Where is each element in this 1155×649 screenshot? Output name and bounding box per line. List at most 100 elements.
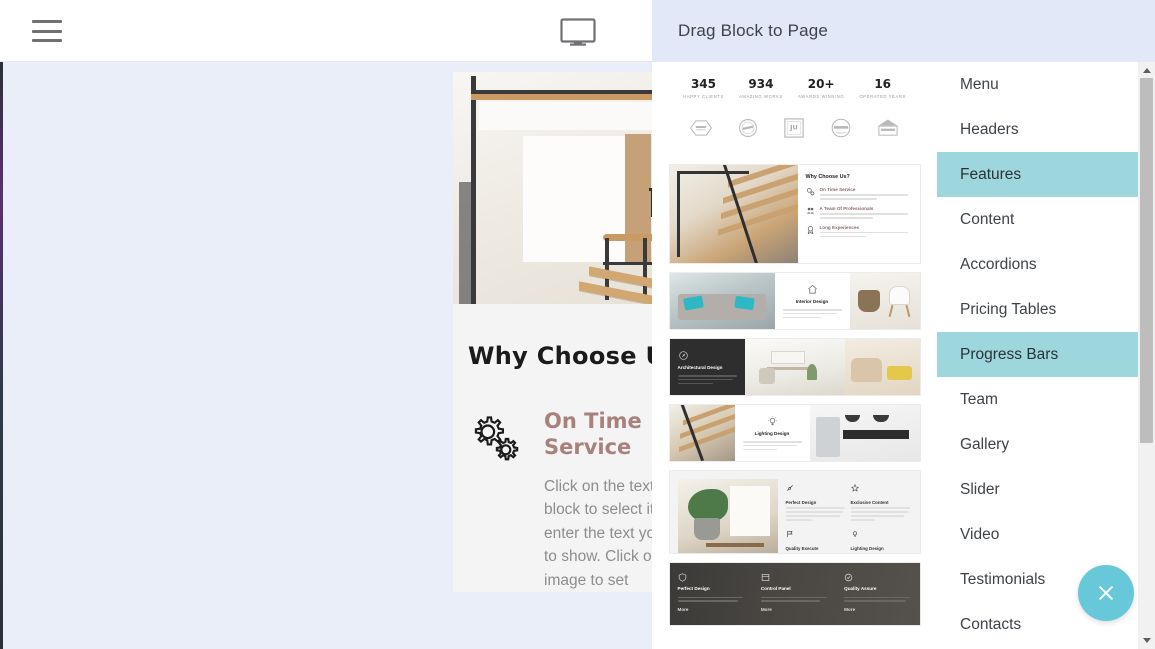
shield-icon <box>678 573 686 582</box>
hamburger-menu-icon[interactable] <box>32 20 62 42</box>
brush-icon <box>786 485 793 491</box>
category-label: Progress Bars <box>960 345 1059 363</box>
thumb-photo-sofa <box>669 273 775 329</box>
page-content: Why Choose Us? On Tim <box>453 304 655 593</box>
thumb-cell: Lighting Design <box>850 525 912 553</box>
thumb-pane-lines <box>782 307 842 319</box>
hamburger-bar <box>32 29 62 33</box>
thumb-feature-title: A Team Of Professionals <box>819 205 874 211</box>
check-icon <box>844 573 853 582</box>
category-item-gallery[interactable]: Gallery <box>937 422 1155 467</box>
badge-logo-icon <box>689 120 712 136</box>
thumb-photo-plant <box>677 479 778 553</box>
block-thumbnail-lighting-design[interactable]: Lighting Design <box>668 404 921 462</box>
block-library-panel: Drag Block to Page 345 HAPPY CLIENTS 934… <box>652 0 1155 649</box>
feature-description[interactable]: Click on the text in the block to select… <box>544 475 655 593</box>
triangle-up <box>1142 68 1151 73</box>
block-thumbnail-list[interactable]: 345 HAPPY CLIENTS 934 AMAZING WORKS 20+ … <box>652 62 937 649</box>
text-placeholder-line <box>819 235 866 238</box>
block-category-scrollbar[interactable] <box>1138 62 1155 649</box>
thumb-pane-title: Interior Design <box>795 298 829 304</box>
team-icon <box>806 207 814 214</box>
close-panel-button[interactable] <box>1078 565 1134 621</box>
feature-block[interactable]: On Time Service Click on the text in the… <box>468 408 655 592</box>
thumb-feature-side: Why Choose Us? On Time Service A Team Of… <box>797 165 920 263</box>
page-canvas[interactable]: Why Choose Us? On Tim <box>0 62 655 649</box>
thumb-feature-body: Long Experiences <box>819 225 912 238</box>
badge-logo-icon <box>878 119 898 136</box>
thumb-four-cells: Perfect Design Exclusive Content Quality… <box>778 471 920 553</box>
hero-upper-shelf <box>479 102 655 130</box>
home-icon <box>807 284 817 294</box>
counter-number: 345 <box>690 77 716 91</box>
counter-item: 934 AMAZING WORKS <box>739 77 783 99</box>
page-title[interactable]: Why Choose Us? <box>468 342 655 370</box>
category-item-video[interactable]: Video <box>937 512 1155 557</box>
thumb-dark-title: Perfect Design <box>677 586 710 592</box>
counter-number: 16 <box>874 77 892 91</box>
counter-item: 20+ AWARDS WINNING <box>798 77 844 99</box>
text-placeholder-line <box>819 231 908 234</box>
feature-title[interactable]: On Time Service <box>544 408 655 461</box>
hamburger-bar <box>32 20 62 23</box>
thumb-dark-row: Perfect Design More Control Panel More Q… <box>669 563 920 625</box>
scrollbar-thumb[interactable] <box>1140 78 1153 443</box>
category-item-menu[interactable]: Menu <box>937 62 1155 107</box>
category-item-slider[interactable]: Slider <box>937 467 1155 512</box>
thumb-pane-title: Architectural Design <box>677 364 723 370</box>
category-label: Pricing Tables <box>960 300 1057 318</box>
category-item-accordions[interactable]: Accordions <box>937 242 1155 287</box>
thumb-three-pane: Architectural Design <box>669 339 920 395</box>
block-thumbnail-dark-three-columns[interactable]: Perfect Design More Control Panel More Q… <box>668 562 921 626</box>
block-thumbnail-architectural-design[interactable]: Architectural Design <box>668 338 921 396</box>
counter-item: 345 HAPPY CLIENTS <box>683 77 724 99</box>
block-thumbnail-counters[interactable]: 345 HAPPY CLIENTS 934 AMAZING WORKS 20+ … <box>668 62 921 156</box>
thumb-pane-architectural: Architectural Design <box>669 339 745 395</box>
block-thumbnail-four-features[interactable]: Perfect Design Exclusive Content Quality… <box>668 470 921 554</box>
thumb-cell: Exclusive Content <box>850 479 912 521</box>
counter-caption: AMAZING WORKS <box>739 94 783 99</box>
hero-rail-post <box>471 76 476 304</box>
thumb-dark-col: Quality Assure More <box>836 563 919 625</box>
thumb-dark-title: Control Panel <box>760 586 791 592</box>
category-item-content[interactable]: Content <box>937 197 1155 242</box>
scroll-down-arrow-icon[interactable] <box>1138 632 1155 649</box>
panel-title: Drag Block to Page <box>678 21 829 40</box>
thumb-pane-lines <box>742 439 802 451</box>
counters-row: 345 HAPPY CLIENTS 934 AMAZING WORKS 20+ … <box>669 63 920 105</box>
scroll-up-arrow-icon[interactable] <box>1138 62 1155 79</box>
hero-lower-post <box>643 238 647 300</box>
thumb-cell-title: Exclusive Content <box>850 500 889 505</box>
block-thumbnail-why-choose-us[interactable]: Why Choose Us? On Time Service A Team Of… <box>668 164 921 264</box>
gears-icon <box>468 408 532 592</box>
category-item-team[interactable]: Team <box>937 377 1155 422</box>
svg-text:JU: JU <box>790 123 799 131</box>
counter-caption: AWARDS WINNING <box>798 94 845 99</box>
category-item-headers[interactable]: Headers <box>937 107 1155 152</box>
thumb-pane-interior: Interior Design <box>774 273 850 329</box>
thumb-pane-lines <box>677 373 737 385</box>
star-icon <box>850 483 859 492</box>
thumb-photo-stairs2 <box>669 405 735 461</box>
counter-item: 16 OPERATED YEARS <box>859 77 905 99</box>
category-item-pricing-tables[interactable]: Pricing Tables <box>937 287 1155 332</box>
badge-logo-icon <box>738 119 757 137</box>
thumb-three-pane: Interior Design <box>669 273 920 329</box>
thumb-cell-title: Quality Execute <box>785 545 819 551</box>
desktop-monitor-icon[interactable] <box>560 18 596 46</box>
block-category-list[interactable]: Menu Headers Features Content Accordions… <box>937 62 1155 649</box>
thumb-feature-item: On Time Service <box>806 187 912 200</box>
thumb-photo-chair <box>849 273 920 329</box>
category-item-progress-bars[interactable]: Progress Bars <box>937 332 1155 377</box>
badge-logo-icon <box>831 118 851 138</box>
thumb-dark-link: More <box>677 606 689 612</box>
hero-image[interactable] <box>453 72 655 304</box>
thumb-four-grid: Perfect Design Exclusive Content Quality… <box>669 471 920 553</box>
thumb-photo-armchair <box>844 339 920 395</box>
page-preview-card[interactable]: Why Choose Us? On Tim <box>453 72 655 593</box>
thumb-dark-link: More <box>760 606 772 612</box>
block-thumbnail-interior-design[interactable]: Interior Design <box>668 272 921 330</box>
thumb-feature-item: Long Experiences <box>806 225 912 238</box>
category-item-features[interactable]: Features <box>937 152 1155 197</box>
flag-icon <box>786 530 793 537</box>
